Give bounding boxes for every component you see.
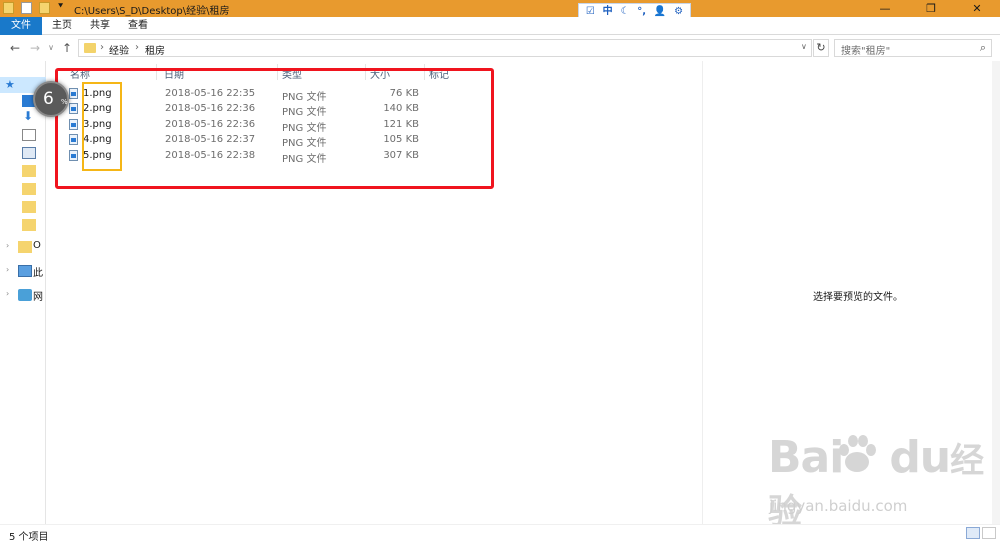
address-dropdown-icon[interactable]: ∨ xyxy=(801,42,807,51)
onedrive-label[interactable]: O xyxy=(33,240,41,251)
folder-icon[interactable] xyxy=(22,219,36,231)
downloads-icon[interactable]: ⬇ xyxy=(23,109,33,123)
search-input[interactable]: 搜索"租房" xyxy=(841,42,890,57)
watermark-url: jingyan.baidu.com xyxy=(769,497,908,515)
this-pc-label[interactable]: 此 xyxy=(33,264,43,279)
documents-icon[interactable] xyxy=(22,129,36,141)
recent-locations-dropdown[interactable]: ∨ xyxy=(46,40,56,56)
step-number: 6 xyxy=(43,89,54,109)
status-bar: 5 个项目 xyxy=(0,524,1000,541)
paw-icon xyxy=(839,435,876,472)
breadcrumb-separator[interactable]: › xyxy=(135,42,139,53)
tab-file[interactable]: 文件 xyxy=(0,17,42,35)
forward-button[interactable]: → xyxy=(28,40,42,56)
network-icon[interactable] xyxy=(18,289,32,301)
navigation-pane: ★ ⬇ › O › 此 › 网 xyxy=(0,61,46,524)
title-bar: ⯆ C:\Users\S_D\Desktop\经验\租房 — ❐ ✕ xyxy=(0,0,1000,17)
address-bar[interactable]: › 经验 › 租房 ∨ xyxy=(78,39,812,57)
breadcrumb-item[interactable]: 经验 xyxy=(109,42,129,57)
expand-chevron-icon[interactable]: › xyxy=(6,241,9,250)
refresh-button[interactable]: ↻ xyxy=(813,39,829,57)
step-suffix: % xyxy=(61,98,68,106)
navigation-bar: ← → ∨ ↑ › 经验 › 租房 ∨ ↻ 搜索"租房" ⌕ xyxy=(0,35,1000,61)
star-icon: ★ xyxy=(5,78,15,91)
tab-view[interactable]: 查看 xyxy=(124,17,152,35)
watermark-bai: Bai xyxy=(768,432,844,483)
details-view-button[interactable] xyxy=(966,527,980,539)
up-button[interactable]: ↑ xyxy=(60,40,74,56)
minimize-button[interactable]: — xyxy=(862,0,908,17)
large-icons-view-button[interactable] xyxy=(982,527,996,539)
folder-icon xyxy=(3,2,14,14)
expand-chevron-icon[interactable]: › xyxy=(6,289,9,298)
breadcrumb-item[interactable]: 租房 xyxy=(145,42,165,57)
network-label[interactable]: 网 xyxy=(33,288,43,303)
folder-icon xyxy=(84,43,96,53)
search-box[interactable]: 搜索"租房" ⌕ xyxy=(834,39,992,57)
yellow-highlight-box xyxy=(82,82,122,171)
folder-icon[interactable] xyxy=(22,183,36,195)
preview-pane-divider[interactable] xyxy=(702,61,703,524)
this-pc-icon[interactable] xyxy=(18,265,32,277)
expand-chevron-icon[interactable]: › xyxy=(6,265,9,274)
close-button[interactable]: ✕ xyxy=(954,0,1000,17)
item-count: 5 个项目 xyxy=(9,532,49,541)
new-folder-icon[interactable] xyxy=(39,2,50,14)
breadcrumb-separator[interactable]: › xyxy=(100,42,104,53)
preview-empty-message: 选择要预览的文件。 xyxy=(813,292,903,303)
onedrive-folder-icon[interactable] xyxy=(18,241,32,253)
step-number-badge: 6 % xyxy=(33,81,69,117)
ribbon-tabs: 文件 主页 共享 查看 xyxy=(0,17,1000,35)
tab-home[interactable]: 主页 xyxy=(48,17,76,35)
back-button[interactable]: ← xyxy=(8,40,22,56)
pictures-icon[interactable] xyxy=(22,147,36,159)
watermark-logo: Bai du经验 xyxy=(768,432,1000,534)
restore-button[interactable]: ❐ xyxy=(908,0,954,17)
folder-icon[interactable] xyxy=(22,201,36,213)
watermark-du: du xyxy=(889,432,951,483)
folder-icon[interactable] xyxy=(22,165,36,177)
quick-access-dropdown-icon[interactable]: ⯆ xyxy=(57,2,64,12)
search-icon[interactable]: ⌕ xyxy=(980,41,986,55)
tab-share[interactable]: 共享 xyxy=(86,17,114,35)
properties-icon[interactable] xyxy=(21,2,32,14)
window-title: C:\Users\S_D\Desktop\经验\租房 xyxy=(74,6,230,17)
